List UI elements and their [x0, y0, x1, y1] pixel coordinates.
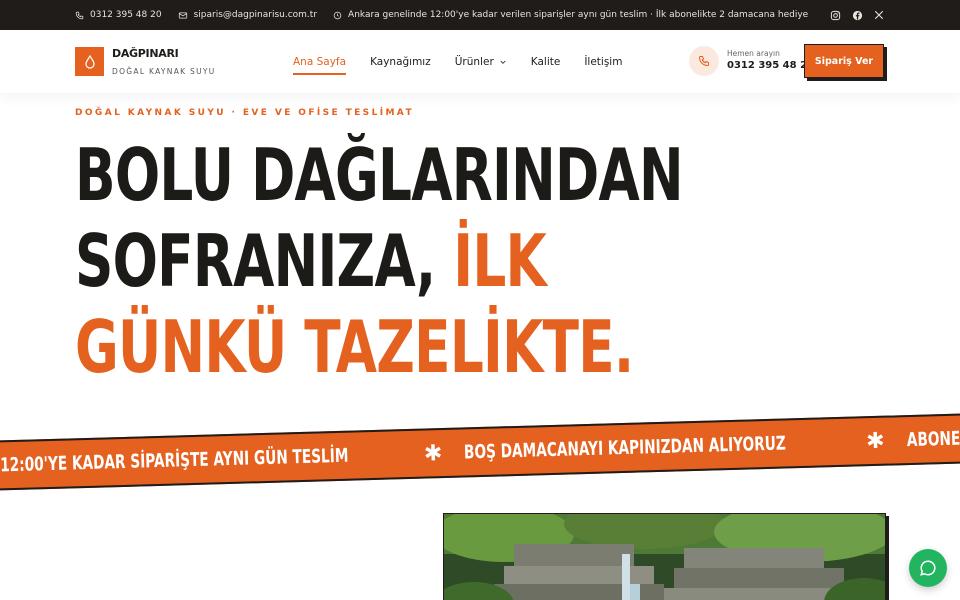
logo-mark[interactable] — [75, 47, 104, 76]
ticker-band: 12:00'YE KADAR SİPARİŞTE AYNI GÜN TESLİM… — [0, 413, 960, 491]
topbar-notice: Ankara genelinde 12:00'ye kadar verilen … — [333, 10, 808, 20]
call-button[interactable] — [689, 46, 719, 76]
hero-title-line-2: SOFRANIZA, İLK — [75, 218, 547, 304]
nav-item-quality[interactable]: Kalite — [531, 56, 561, 68]
topbar-phone[interactable]: 0312 395 48 20 — [75, 10, 162, 20]
call-number[interactable]: 0312 395 48 20 — [727, 60, 814, 71]
facebook-icon[interactable] — [851, 9, 863, 21]
hero-title-line-3: GÜNKÜ TAZELİKTE. — [75, 305, 634, 389]
mail-icon — [178, 12, 187, 18]
hero-title: BOLU DAĞLARINDAN SOFRANIZA, İLK GÜNKÜ TA… — [75, 132, 684, 390]
nav-item-quality-label: Kalite — [530, 55, 561, 68]
order-button[interactable]: Sipariş Ver — [804, 44, 884, 78]
nav-item-source-label: Kaynağımız — [370, 55, 431, 68]
hero-title-line-2-accent: İLK — [453, 219, 547, 303]
nav-item-products[interactable]: Ürünler — [455, 56, 507, 68]
nav-item-source[interactable]: Kaynağımız — [370, 56, 431, 68]
chat-button[interactable] — [909, 549, 947, 587]
chat-bubble-icon — [920, 560, 936, 576]
main-header: DAĞPINARI DOĞAL KAYNAK SUYU Ana Sayfa Ka… — [0, 30, 960, 93]
asterisk-icon: ✱ — [865, 428, 885, 454]
brand-name[interactable]: DAĞPINARI — [112, 47, 179, 60]
brand-tagline: DOĞAL KAYNAK SUYU — [112, 67, 216, 76]
ticker-item-1: 12:00'YE KADAR SİPARİŞTE AYNI GÜN TESLİM — [0, 444, 349, 477]
water-drop-icon — [84, 54, 95, 69]
topbar-notice-text: Ankara genelinde 12:00'ye kadar verilen … — [348, 10, 809, 20]
instagram-icon[interactable] — [829, 9, 841, 21]
nav-item-contact-label: İletişim — [584, 55, 623, 68]
main-nav: Ana Sayfa Kaynağımız Ürünler Kalite İlet… — [293, 30, 646, 93]
x-icon[interactable] — [873, 9, 885, 21]
hero-title-line-1: BOLU DAĞLARINDAN — [75, 133, 684, 217]
phone-icon — [698, 56, 709, 67]
nav-item-products-label: Ürünler — [454, 55, 494, 68]
top-bar: 0312 395 48 20 siparis@dagpinarisu.com.t… — [0, 0, 960, 30]
hero-image — [443, 513, 886, 600]
phone-icon — [75, 11, 84, 19]
nav-item-home-label: Ana Sayfa — [293, 55, 347, 68]
ticker-item-2: BOŞ DAMACANAYI KAPINIZDAN ALIYORUZ — [463, 432, 787, 464]
hero-title-line-2-plain: SOFRANIZA, — [75, 219, 454, 303]
chevron-down-icon — [500, 60, 506, 64]
nav-item-home[interactable]: Ana Sayfa — [293, 55, 347, 75]
topbar-phone-text: 0312 395 48 20 — [90, 10, 162, 20]
hero-eyebrow: DOĞAL KAYNAK SUYU · EVE VE OFİSE TESLİMA… — [75, 108, 415, 118]
nav-item-contact[interactable]: İletişim — [584, 56, 622, 68]
topbar-email-text: siparis@dagpinarisu.com.tr — [193, 10, 318, 20]
social-links — [819, 0, 885, 30]
clock-icon — [333, 11, 342, 19]
call-label: Hemen arayın — [727, 49, 780, 58]
ticker-item-3: ABONELİKTE SABİT FİYAT, TAAHHÜTSÜZ İPTAL — [906, 419, 960, 452]
topbar-email[interactable]: siparis@dagpinarisu.com.tr — [178, 10, 317, 20]
asterisk-icon: ✱ — [423, 440, 443, 467]
